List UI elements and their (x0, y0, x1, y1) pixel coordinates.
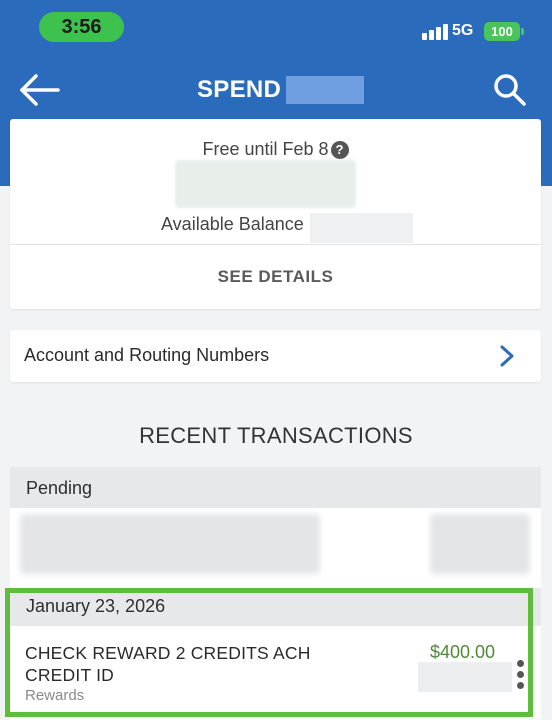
redacted-description (20, 514, 320, 574)
more-options-icon[interactable] (515, 660, 527, 690)
transaction-description: CHECK REWARD 2 CREDITS ACH CREDIT ID (25, 643, 311, 685)
battery-tip (521, 28, 524, 35)
transaction-amount: $400.00 (430, 642, 496, 662)
redacted-amount (175, 160, 356, 208)
redacted-subvalue (418, 662, 512, 692)
transaction-category: Rewards (25, 687, 85, 704)
nav-bar: SPEND (0, 56, 552, 122)
balance-card: Free until Feb 8? Available Balance SEE … (10, 119, 541, 309)
chevron-right-icon (500, 345, 514, 367)
signal-icon (422, 22, 448, 40)
battery-icon: 100 (484, 22, 520, 41)
date-header: January 23, 2026 (10, 588, 541, 626)
free-until-text: Free until Feb 8? (10, 139, 541, 160)
recent-transactions-heading: RECENT TRANSACTIONS (139, 423, 413, 448)
pending-transaction-redacted[interactable] (10, 508, 541, 588)
search-icon (494, 74, 526, 106)
transaction-row[interactable]: CHECK REWARD 2 CREDITS ACH CREDIT ID Rew… (10, 626, 541, 720)
free-until-label: Free until Feb 8 (202, 139, 329, 159)
pending-label: Pending (26, 478, 93, 498)
status-time: 3:56 (39, 12, 124, 42)
date-label: January 23, 2026 (26, 596, 166, 616)
redacted-account-name (286, 76, 364, 104)
help-icon[interactable]: ? (330, 141, 349, 159)
pending-header: Pending (10, 467, 541, 508)
arrow-left-icon (20, 74, 60, 106)
page-title: SPEND (197, 76, 282, 103)
search-button[interactable] (490, 70, 530, 110)
redacted-amount (430, 514, 530, 574)
see-details-button[interactable]: SEE DETAILS (10, 245, 541, 309)
redacted-balance (310, 213, 413, 243)
account-routing-label: Account and Routing Numbers (24, 345, 270, 365)
back-button[interactable] (16, 70, 64, 110)
available-balance-label: Available Balance (161, 214, 304, 234)
account-routing-row[interactable]: Account and Routing Numbers (10, 330, 541, 382)
status-bar: 3:56 5G 100 (0, 0, 552, 56)
network-type: 5G (452, 22, 474, 39)
